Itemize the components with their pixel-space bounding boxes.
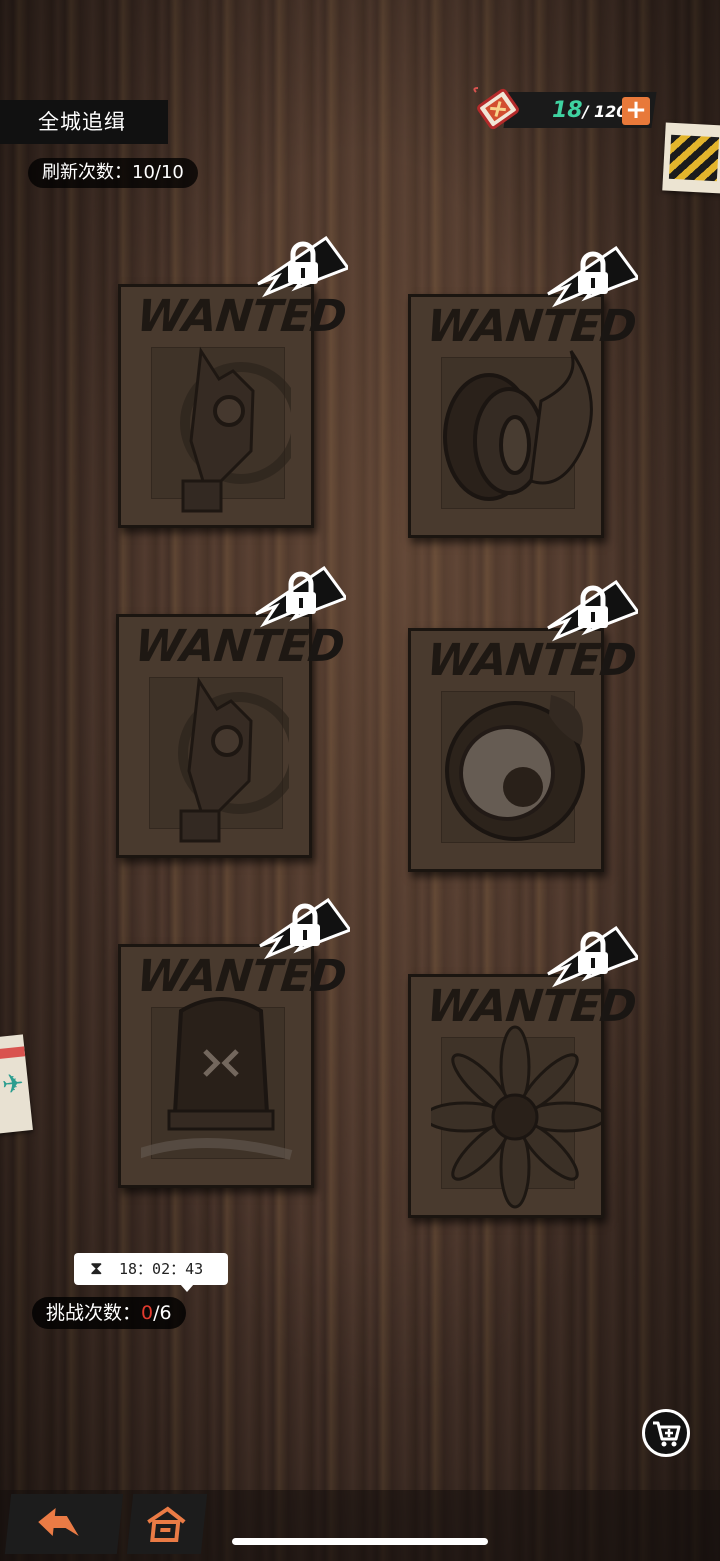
back-button[interactable] [4, 1494, 124, 1554]
sunflower-icon [431, 1025, 601, 1209]
back-arrow-icon [38, 1508, 79, 1536]
wanted-poster-2[interactable]: WANTED [408, 294, 638, 538]
resource-max: / 120 [582, 102, 628, 121]
wanted-poster-6[interactable]: WANTED [408, 974, 638, 1218]
refresh-count: 刷新次数：10/10 [28, 158, 198, 188]
gas-mask-icon [178, 676, 289, 843]
resource-current: 18 [552, 98, 583, 123]
plus-icon: + [625, 95, 647, 125]
timer-value: 18：02：43 [119, 1260, 204, 1278]
challenge-total: /6 [153, 1302, 172, 1324]
shop-button[interactable] [642, 1409, 690, 1457]
lock-icon [255, 566, 346, 628]
challenge-used: 0 [141, 1302, 154, 1324]
lock-icon [547, 246, 638, 308]
hourglass-icon: ⧗ [90, 1258, 103, 1279]
challenge-count: 挑战次数：0/6 [32, 1297, 186, 1329]
wanted-poster-1[interactable]: WANTED [118, 284, 348, 528]
home-indicator[interactable] [232, 1538, 488, 1545]
lock-icon [259, 898, 350, 960]
cart-plus-icon [653, 1421, 681, 1447]
caution-note-decoration [662, 122, 720, 194]
wanted-poster-3[interactable]: WANTED [116, 614, 346, 858]
page-title: 全城追缉 [0, 100, 168, 144]
flaming-tire-icon [443, 350, 593, 501]
wanted-poster-4[interactable]: WANTED [408, 628, 638, 872]
eyeball-icon [445, 695, 585, 841]
add-resource-button[interactable]: + [622, 97, 650, 125]
wanted-poster-5[interactable]: WANTED [118, 944, 348, 1188]
ticket-icon [473, 87, 519, 130]
lock-icon [257, 236, 348, 298]
lock-icon [547, 580, 638, 642]
travel-note-decoration: ✈ [0, 1034, 33, 1134]
challenge-label: 挑战次数： [46, 1302, 142, 1324]
siren-light-icon [141, 997, 293, 1160]
gas-mask-icon [180, 346, 291, 513]
home-icon [147, 1506, 186, 1542]
reset-timer: ⧗ 18：02：43 [74, 1253, 228, 1292]
resource-value: 18/ 120 [552, 96, 627, 126]
home-button[interactable] [126, 1494, 208, 1554]
lock-icon [547, 926, 638, 988]
